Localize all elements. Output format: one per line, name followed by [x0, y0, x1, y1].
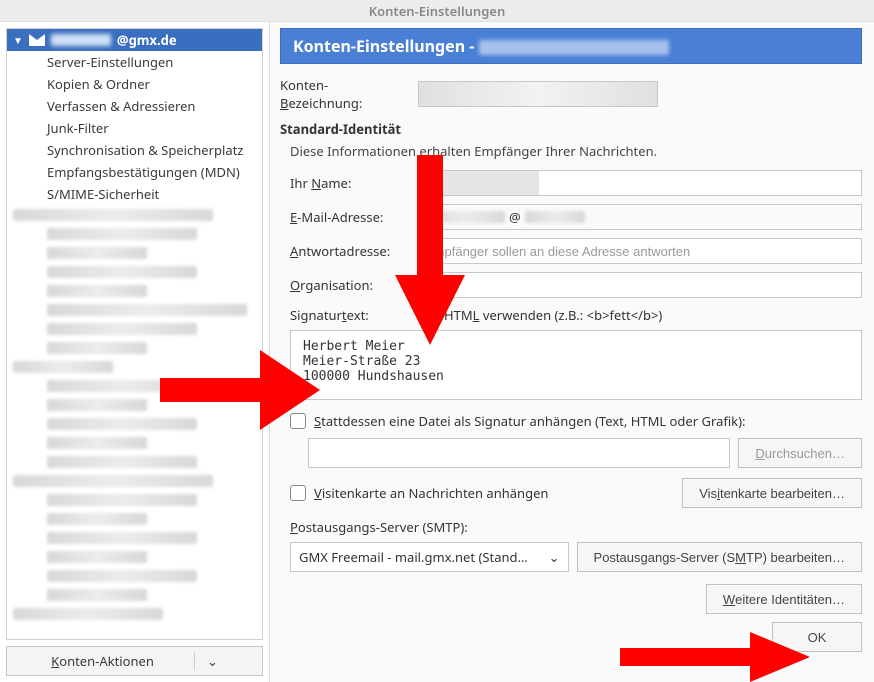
mail-icon	[29, 34, 45, 46]
sidebar-item-copies[interactable]: Kopien & Ordner	[7, 73, 262, 95]
chevron-down-icon: ⌄	[549, 548, 560, 566]
chevron-down-icon: ▼	[13, 33, 23, 47]
name-input[interactable]	[418, 170, 862, 196]
page-title: Konten-Einstellungen -	[280, 28, 862, 64]
vcard-checkbox[interactable]	[290, 485, 306, 501]
vcard-edit-button[interactable]: Visitenkarte bearbeiten…	[682, 478, 862, 508]
smtp-label: Postausgangs-Server (SMTP):	[290, 518, 862, 536]
account-actions-button[interactable]: Konten-Aktionen ⌄	[6, 646, 263, 676]
email-input[interactable]: @	[418, 204, 862, 230]
account-row[interactable]: ▼ @gmx.de	[7, 29, 262, 51]
account-tree: ▼ @gmx.de Server-Einstellungen Kopien & …	[6, 28, 263, 640]
identity-heading: Standard-Identität	[280, 120, 862, 138]
email-label: E-Mail-Adresse:	[290, 208, 408, 226]
window-title: Konten-Einstellungen	[0, 0, 874, 22]
account-domain: @gmx.de	[117, 31, 177, 49]
file-signature-label: Stattdessen eine Datei als Signatur anhä…	[314, 412, 746, 430]
smtp-select[interactable]: GMX Freemail - mail.gmx.net (Stand… ⌄	[290, 542, 569, 572]
smtp-selected-value: GMX Freemail - mail.gmx.net (Stand…	[299, 548, 528, 566]
smtp-edit-button[interactable]: Postausgangs-Server (SMTP) bearbeiten…	[577, 542, 862, 572]
browse-button[interactable]: Durchsuchen…	[738, 438, 862, 468]
identity-subtext: Diese Informationen erhalten Empfänger I…	[290, 142, 862, 160]
vcard-checkbox-label: Visitenkarte an Nachrichten anhängen	[314, 484, 548, 502]
sig-label: Signaturtext:	[290, 306, 408, 324]
redacted-text	[51, 34, 111, 46]
content-pane: Konten-Einstellungen - Konten-Bezeichnun…	[270, 22, 874, 682]
acct-name-input[interactable]	[418, 81, 658, 107]
more-identities-button[interactable]: Weitere Identitäten…	[706, 584, 862, 614]
reply-input[interactable]	[418, 238, 862, 264]
signature-textarea[interactable]: Herbert Meier Meier-Straße 23 100000 Hun…	[290, 330, 862, 400]
name-label: Ihr Name:	[290, 174, 408, 192]
file-path-input[interactable]	[308, 438, 730, 468]
ok-button[interactable]: OK	[772, 622, 862, 652]
org-label: Organisation:	[290, 276, 408, 294]
account-actions-label: Konten-Aktionen	[51, 652, 154, 670]
sidebar-item-sync[interactable]: Synchronisation & Speicherplatz	[7, 139, 262, 161]
chevron-down-icon: ⌄	[194, 652, 218, 670]
acct-name-label: Konten-Bezeichnung:	[280, 76, 408, 112]
sidebar-item-junk[interactable]: Junk-Filter	[7, 117, 262, 139]
reply-label: Antwortadresse:	[290, 242, 408, 260]
sidebar-item-mdn[interactable]: Empfangsbestätigungen (MDN)	[7, 161, 262, 183]
sidebar-item-compose[interactable]: Verfassen & Adressieren	[7, 95, 262, 117]
html-checkbox-label: HTML verwenden (z.B.: <b>fett</b>)	[444, 306, 662, 324]
file-signature-checkbox[interactable]	[290, 413, 306, 429]
org-input[interactable]	[418, 272, 862, 298]
sidebar-item-server[interactable]: Server-Einstellungen	[7, 51, 262, 73]
sidebar: ▼ @gmx.de Server-Einstellungen Kopien & …	[0, 22, 270, 682]
sidebar-item-smime[interactable]: S/MIME-Sicherheit	[7, 183, 262, 205]
html-checkbox[interactable]: ✓	[418, 307, 434, 323]
